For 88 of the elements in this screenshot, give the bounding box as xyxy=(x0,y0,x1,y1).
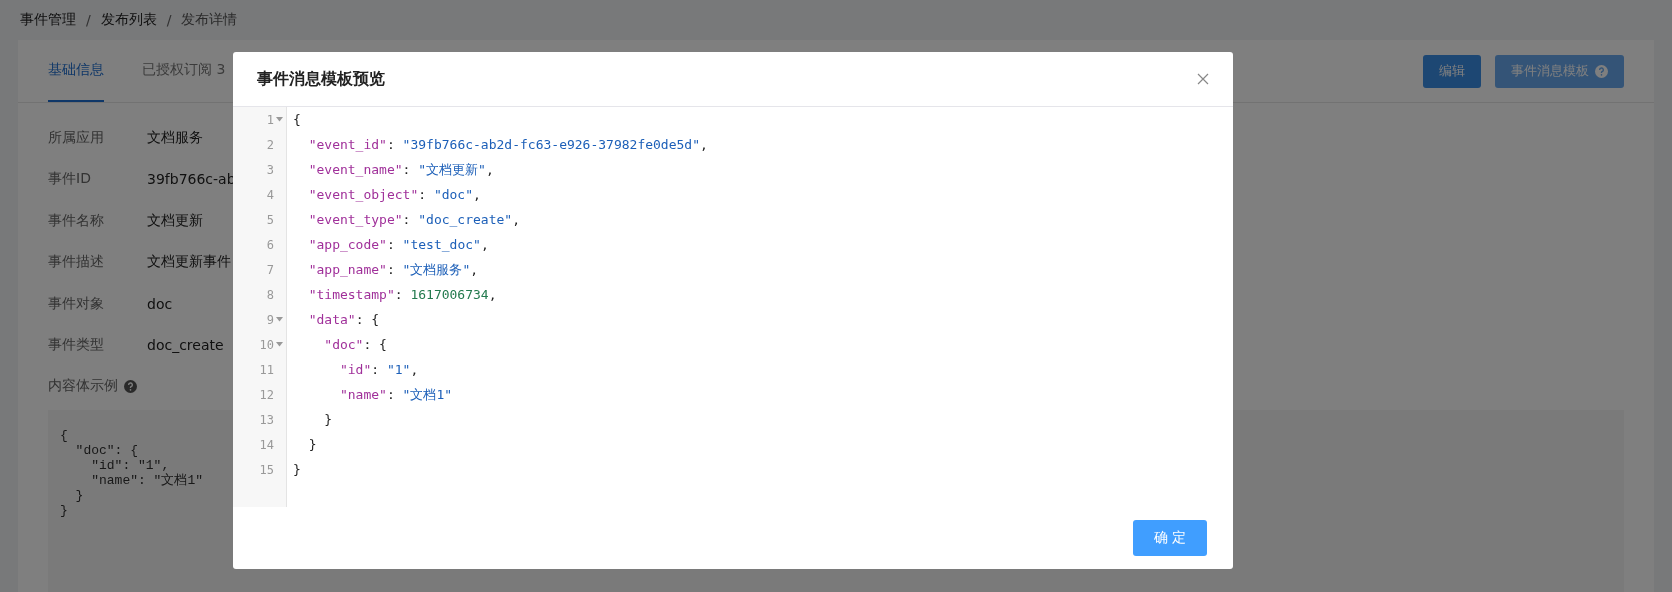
json-key: "app_code" xyxy=(308,237,387,252)
json-string: "文档服务" xyxy=(402,261,471,277)
field-value: 文档更新 xyxy=(147,211,203,230)
help-icon xyxy=(124,379,137,393)
json-key: "id" xyxy=(339,362,372,377)
json-string: "doc" xyxy=(433,187,474,202)
json-punctuation: , xyxy=(700,137,708,152)
json-punctuation: : xyxy=(418,187,428,202)
line-number: 1 xyxy=(266,112,274,127)
json-punctuation: : xyxy=(386,237,396,252)
field-label: 事件描述 xyxy=(48,253,105,272)
template-button[interactable]: 事件消息模板 xyxy=(1495,54,1624,88)
json-punctuation: : xyxy=(402,161,412,177)
json-punctuation: , xyxy=(480,237,489,252)
breadcrumb-separator: / xyxy=(166,12,172,28)
json-string: "文档1" xyxy=(402,386,453,402)
fold-caret-icon[interactable] xyxy=(276,117,283,122)
json-punctuation: , xyxy=(488,287,497,302)
json-punctuation: , xyxy=(485,161,494,177)
json-key: "data" xyxy=(308,312,356,327)
json-punctuation: } xyxy=(293,462,301,477)
line-number: 13 xyxy=(259,412,274,427)
field-label: 所属应用 xyxy=(48,128,105,147)
json-punctuation: : { xyxy=(355,312,380,327)
field-label: 事件对象 xyxy=(48,294,105,313)
json-punctuation: , xyxy=(473,187,481,202)
field-label: 事件类型 xyxy=(48,336,105,355)
json-key: "event_id" xyxy=(308,137,387,152)
json-string: "test_doc" xyxy=(402,237,481,252)
json-key: "event_type" xyxy=(308,212,403,227)
json-punctuation: , xyxy=(512,212,520,227)
help-icon xyxy=(1595,64,1608,78)
line-number: 3 xyxy=(266,162,274,177)
line-number: 4 xyxy=(266,187,274,202)
field-value: doc xyxy=(147,295,173,312)
json-string: "doc_create" xyxy=(418,212,513,227)
line-number: 11 xyxy=(259,362,274,377)
field-value: 文档服务 xyxy=(147,128,203,147)
json-punctuation: , xyxy=(410,362,419,377)
line-number: 7 xyxy=(266,262,274,277)
fold-caret-icon[interactable] xyxy=(276,317,283,322)
field-label: 事件ID xyxy=(48,170,92,189)
line-number: 5 xyxy=(266,212,274,227)
line-number: 15 xyxy=(259,462,274,477)
json-punctuation: : xyxy=(371,362,381,377)
json-punctuation: : { xyxy=(363,337,387,352)
json-punctuation: } xyxy=(308,437,317,452)
line-number: 8 xyxy=(266,287,274,302)
field-value: 文档更新事件 xyxy=(147,253,231,272)
json-punctuation: , xyxy=(470,261,479,277)
json-key: "app_name" xyxy=(308,261,387,277)
json-string: "39fb766c-ab2d-fc63-e926-37982fe0de5d" xyxy=(402,137,700,152)
field-label: 事件名称 xyxy=(48,211,105,230)
json-key: "timestamp" xyxy=(308,287,395,302)
fold-caret-icon[interactable] xyxy=(276,342,283,347)
confirm-button[interactable]: 确 定 xyxy=(1133,520,1207,556)
breadcrumb-link[interactable]: 发布详情 xyxy=(181,11,238,29)
breadcrumb-link[interactable]: 发布列表 xyxy=(100,11,157,29)
json-key: "event_object" xyxy=(308,187,419,202)
line-number: 10 xyxy=(259,337,274,352)
json-number: 1617006734 xyxy=(410,287,489,302)
json-string: "1" xyxy=(386,362,411,377)
line-number: 9 xyxy=(266,312,274,327)
dialog-title: 事件消息模板预览 xyxy=(257,68,385,90)
edit-button[interactable]: 编辑 xyxy=(1423,54,1481,88)
field-value: doc_create xyxy=(147,337,224,354)
tab[interactable]: 已授权订阅 3 xyxy=(142,40,226,102)
close-icon[interactable] xyxy=(1197,73,1209,85)
line-number: 14 xyxy=(259,437,274,452)
line-number: 12 xyxy=(259,387,274,402)
json-punctuation: : xyxy=(386,386,396,402)
sample-label: 内容体示例 xyxy=(48,377,118,395)
tab[interactable]: 基础信息 xyxy=(48,40,104,102)
json-key: "name" xyxy=(339,386,387,402)
field-value: 39fb766c-ab xyxy=(147,171,236,188)
json-punctuation: } xyxy=(324,412,333,427)
json-string: "文档更新" xyxy=(418,161,486,177)
json-key: "event_name" xyxy=(308,161,403,177)
json-punctuation: : xyxy=(386,137,396,152)
json-punctuation: : xyxy=(402,212,412,227)
json-punctuation: : xyxy=(394,287,404,302)
json-punctuation: { xyxy=(293,112,301,127)
breadcrumb-separator: / xyxy=(86,12,91,28)
line-number: 6 xyxy=(266,237,274,252)
json-punctuation: : xyxy=(386,261,396,277)
breadcrumb-link[interactable]: 事件管理 xyxy=(20,11,76,29)
line-number: 2 xyxy=(266,137,274,152)
json-key: "doc" xyxy=(324,337,364,352)
